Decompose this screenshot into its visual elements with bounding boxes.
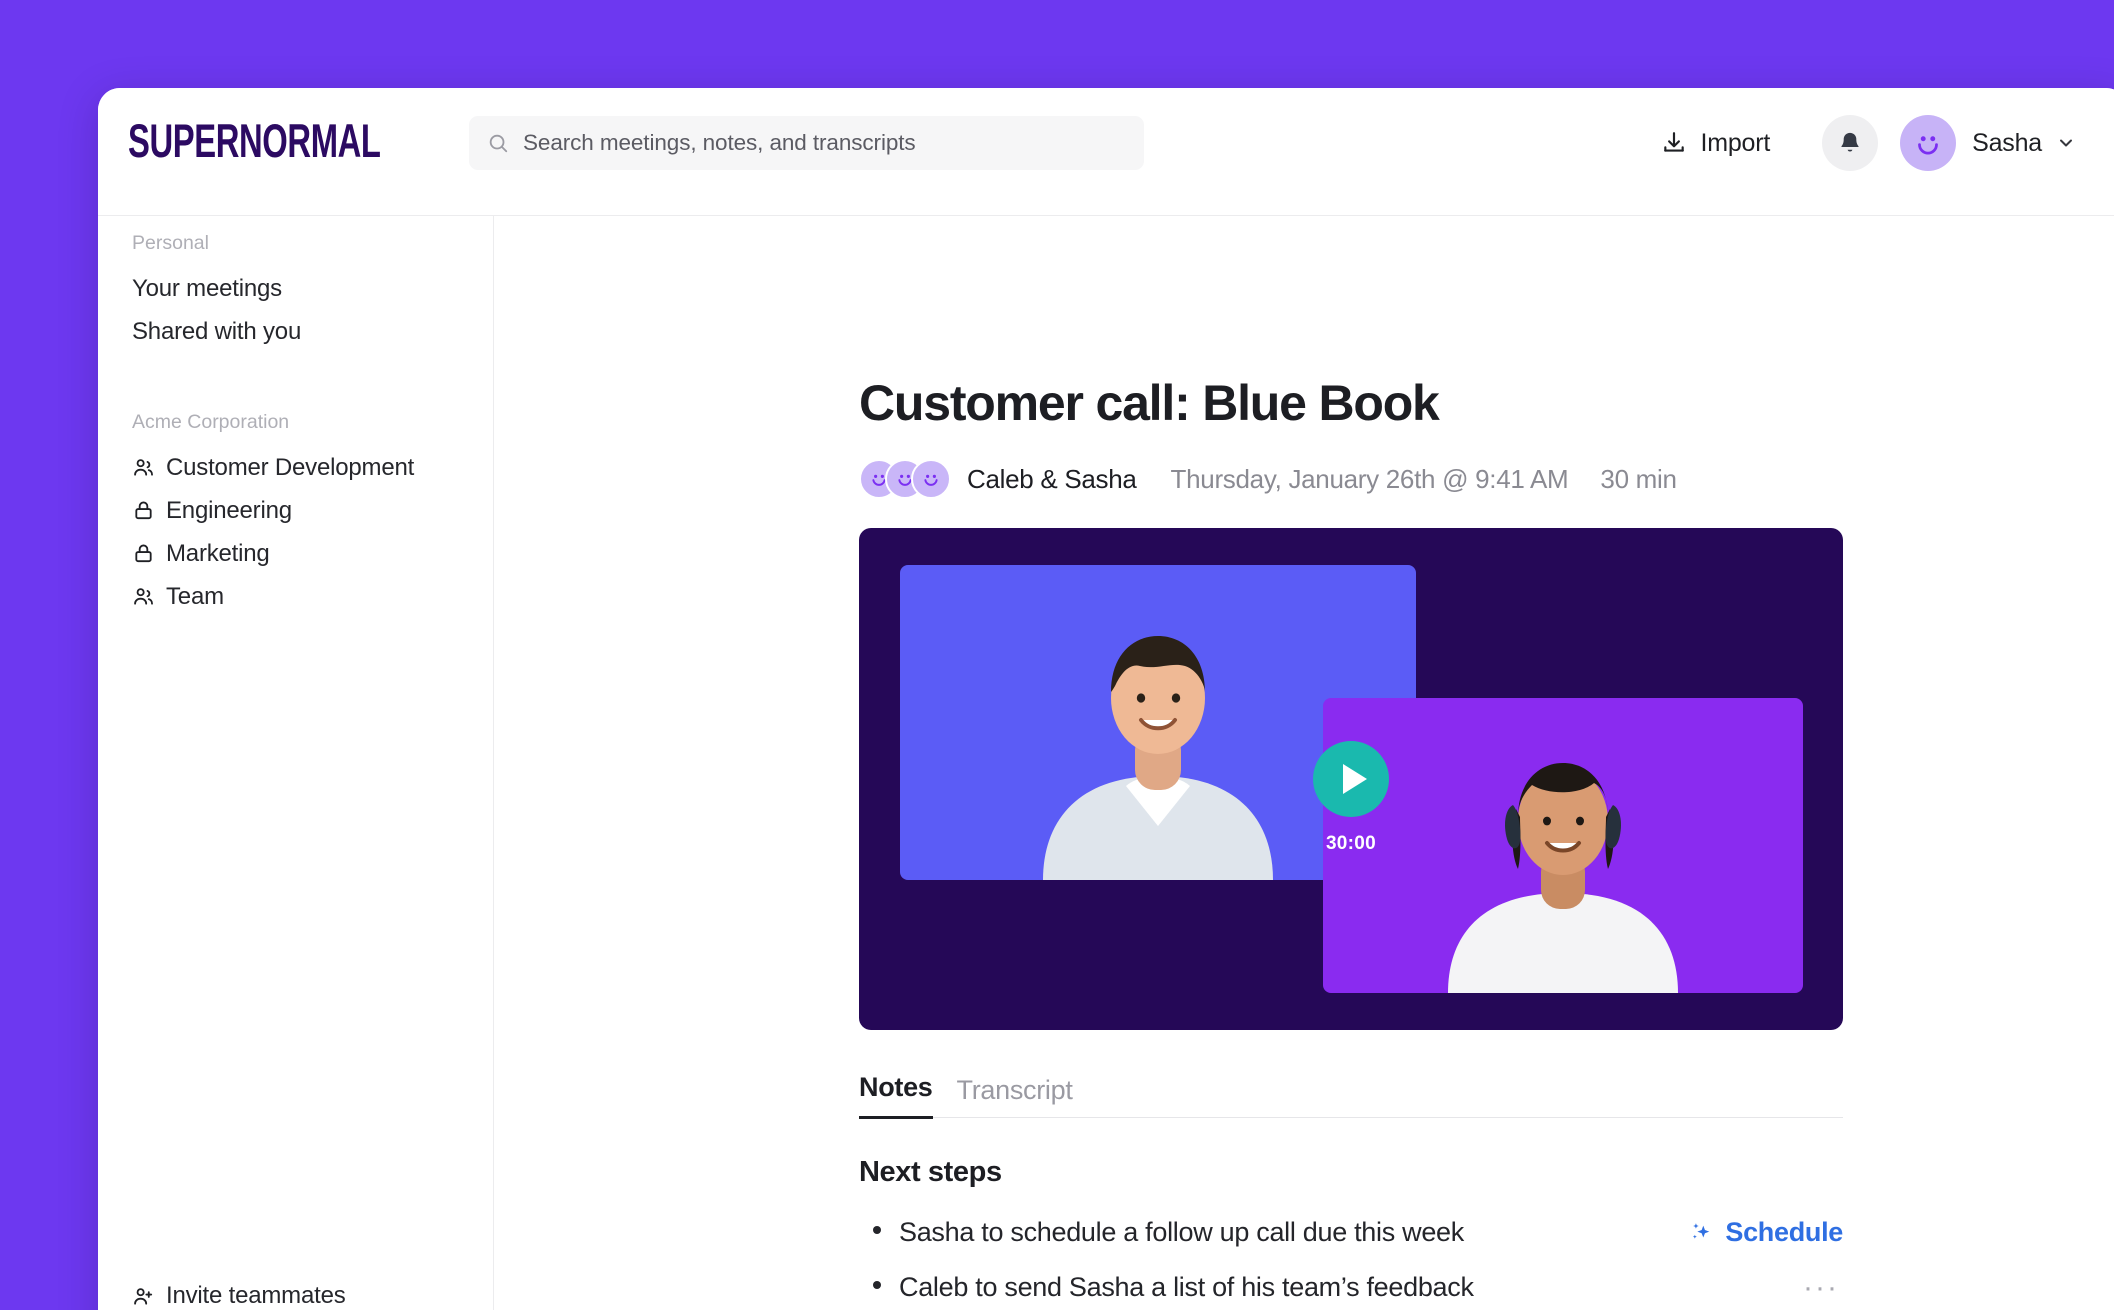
note-bullet: Sasha to schedule a follow up call due t…: [859, 1217, 1464, 1248]
sidebar-item-label: Marketing: [166, 540, 270, 568]
chevron-down-icon[interactable]: [2056, 133, 2076, 153]
meeting-date: Thursday, January 26th @ 9:41 AM: [1171, 464, 1569, 495]
participant-avatar-stack: [859, 459, 951, 499]
search-input[interactable]: [523, 130, 1126, 156]
bullet-dot-icon: [873, 1281, 881, 1289]
sidebar-group-label-personal: Personal: [98, 232, 493, 255]
main-content: Customer call: Blue Book: [495, 216, 2114, 1310]
supernormal-logo[interactable]: SUPERNORMAL: [128, 114, 381, 169]
lock-icon: [132, 542, 155, 565]
notes-section-heading: Next steps: [859, 1156, 1843, 1189]
smiley-icon: [1911, 126, 1945, 160]
video-player[interactable]: 30:00: [859, 528, 1843, 1030]
note-text: Sasha to schedule a follow up call due t…: [899, 1217, 1464, 1248]
people-icon: [132, 456, 155, 479]
sidebar-item-label: Shared with you: [132, 318, 301, 346]
notes-panel: Next steps Sasha to schedule a follow up…: [859, 1156, 1843, 1310]
avatar: [911, 459, 951, 499]
user-name[interactable]: Sasha: [1972, 129, 2042, 158]
smiley-icon: [919, 467, 943, 491]
header-actions: Import Sasha: [1651, 110, 2076, 176]
download-icon: [1661, 130, 1687, 156]
sparkles-icon: [1689, 1220, 1715, 1246]
sidebar-item-label: Engineering: [166, 497, 292, 525]
content-tabs: Notes Transcript: [859, 1062, 1843, 1118]
sidebar-item-customer-development[interactable]: Customer Development: [98, 446, 493, 489]
notifications-button[interactable]: [1822, 115, 1878, 171]
app-window: SUPERNORMAL Import: [98, 88, 2114, 1310]
page-title: Customer call: Blue Book: [859, 376, 1843, 431]
sidebar-item-label: Your meetings: [132, 275, 282, 303]
sidebar-spacer: [98, 353, 493, 411]
meeting-participants: Caleb & Sasha: [967, 464, 1137, 495]
participant-video-thumbnail: [1008, 580, 1308, 880]
tab-transcript[interactable]: Transcript: [957, 1075, 1073, 1119]
import-button[interactable]: Import: [1651, 123, 1780, 164]
sidebar-item-team[interactable]: Team: [98, 575, 493, 618]
search-icon: [487, 132, 509, 154]
more-options-button[interactable]: ···: [1803, 1273, 1843, 1303]
sidebar-item-marketing[interactable]: Marketing: [98, 532, 493, 575]
import-label: Import: [1700, 129, 1770, 158]
invite-teammates-button[interactable]: Invite teammates: [98, 1272, 493, 1310]
participant-video-thumbnail: [1423, 713, 1703, 993]
footer-item-label: Invite teammates: [166, 1282, 346, 1310]
person-plus-icon: [132, 1285, 155, 1308]
sidebar-item-label: Team: [166, 583, 224, 611]
search-bar[interactable]: [469, 116, 1144, 170]
schedule-label: Schedule: [1725, 1217, 1843, 1248]
app-header: SUPERNORMAL Import: [98, 88, 2114, 216]
note-text: Caleb to send Sasha a list of his team’s…: [899, 1272, 1474, 1303]
play-button[interactable]: [1313, 741, 1389, 817]
sidebar-footer: Invite teammates Help & Feedback: [98, 1272, 493, 1310]
schedule-button[interactable]: Schedule: [1689, 1217, 1843, 1248]
meeting-duration: 30 min: [1600, 464, 1676, 495]
sidebar-item-engineering[interactable]: Engineering: [98, 489, 493, 532]
sidebar-item-label: Customer Development: [166, 454, 414, 482]
people-icon: [132, 585, 155, 608]
sidebar-item-shared-with-you[interactable]: Shared with you: [98, 310, 493, 353]
play-icon: [1343, 764, 1367, 794]
sidebar-item-your-meetings[interactable]: Your meetings: [98, 267, 493, 310]
sidebar-group-label-acme: Acme Corporation: [98, 411, 493, 434]
bell-icon: [1837, 130, 1863, 156]
lock-icon: [132, 499, 155, 522]
video-tile-participant-2: [1323, 698, 1803, 993]
avatar[interactable]: [1900, 115, 1956, 171]
sidebar: Personal Your meetings Shared with you A…: [98, 216, 494, 1310]
meeting-meta: Caleb & Sasha Thursday, January 26th @ 9…: [859, 458, 1843, 500]
list-item: Sasha to schedule a follow up call due t…: [859, 1205, 1843, 1260]
tab-notes[interactable]: Notes: [859, 1072, 933, 1119]
video-timecode: 30:00: [1326, 833, 1376, 855]
note-bullet: Caleb to send Sasha a list of his team’s…: [859, 1272, 1474, 1303]
list-item: Caleb to send Sasha a list of his team’s…: [859, 1260, 1843, 1310]
bullet-dot-icon: [873, 1226, 881, 1234]
